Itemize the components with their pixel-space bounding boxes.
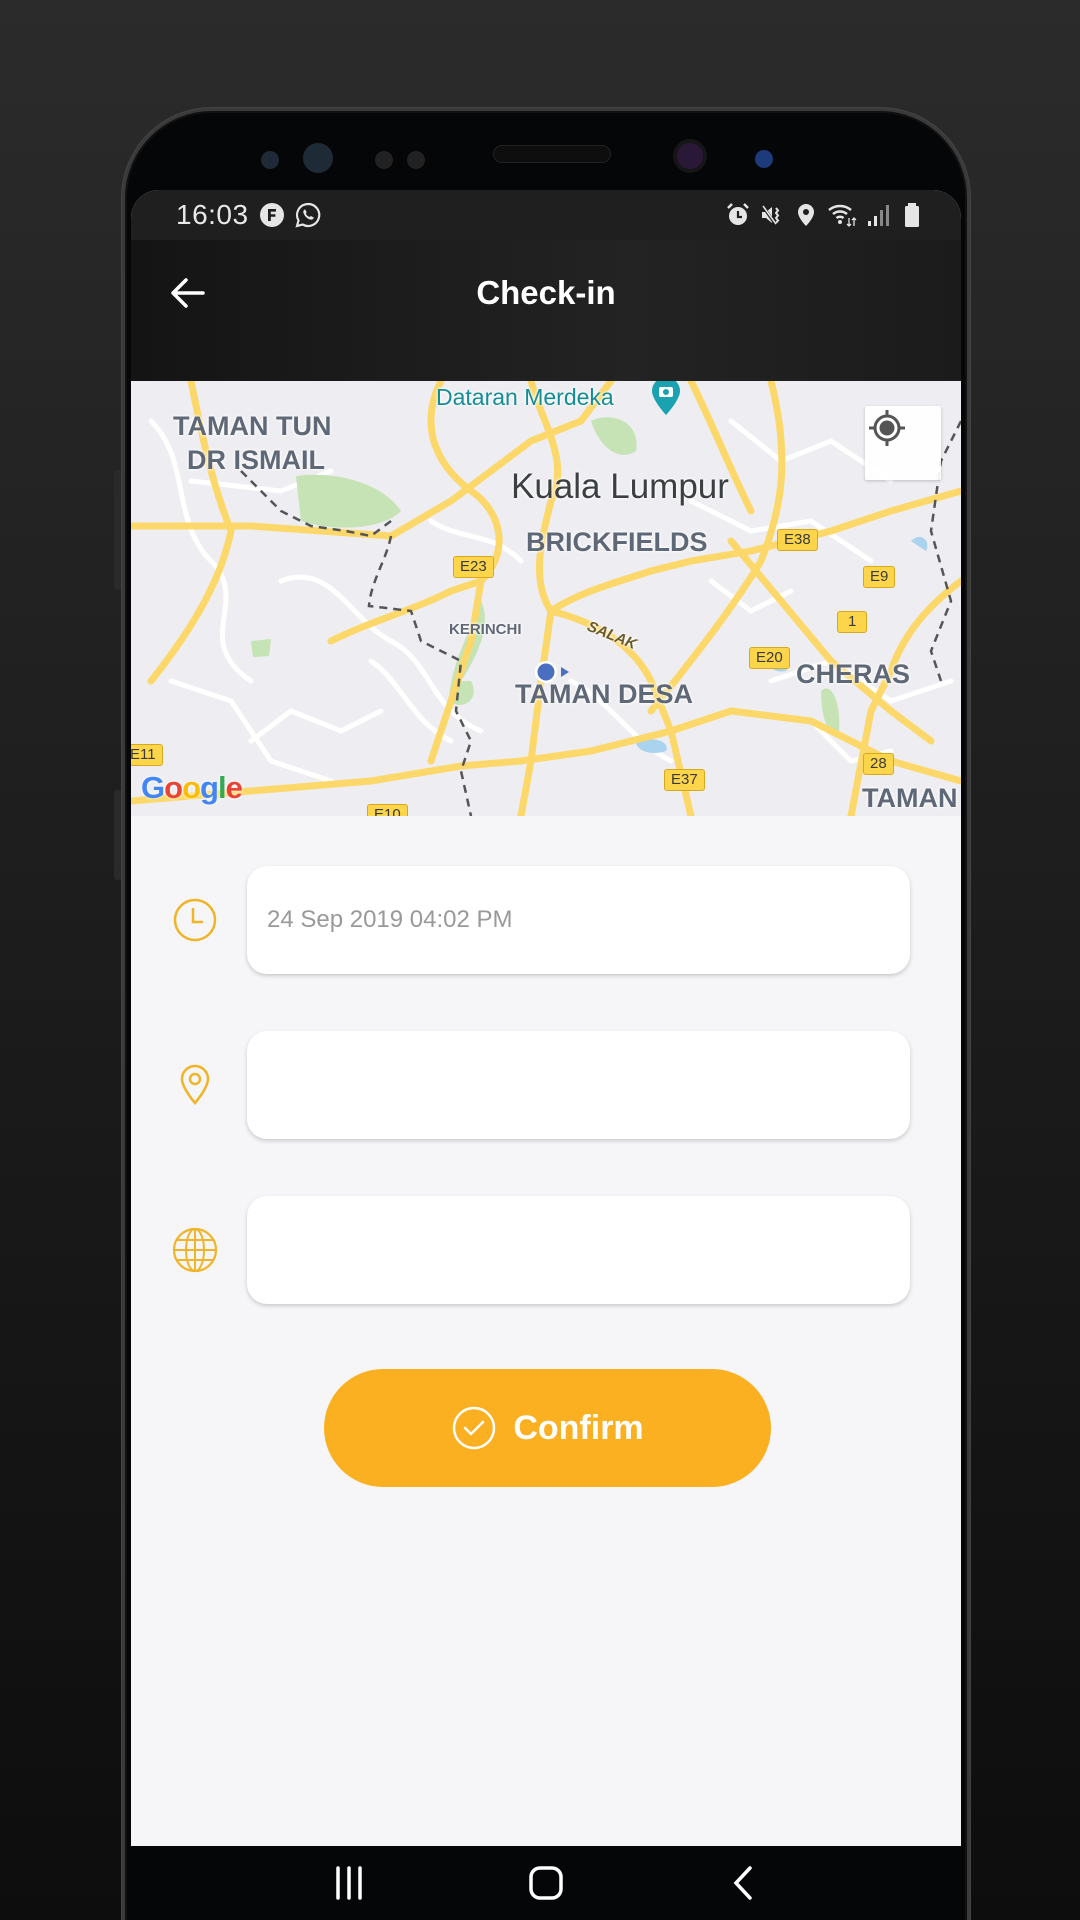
highway-shield: E37	[664, 769, 705, 791]
vibrate-mute-icon	[760, 204, 780, 226]
camera-poi-icon[interactable]	[651, 381, 681, 417]
map-label: DR ISMAIL	[187, 445, 325, 475]
sensor	[375, 151, 393, 169]
address-input[interactable]	[247, 1196, 910, 1304]
crosshair-icon	[869, 410, 905, 446]
back-button[interactable]	[713, 1858, 773, 1908]
recents-icon	[336, 1866, 363, 1900]
front-camera	[673, 139, 707, 173]
address-row	[131, 1196, 961, 1304]
bixby-button	[114, 790, 122, 880]
whatsapp-icon	[295, 202, 320, 228]
highway-shield: E11	[131, 744, 163, 766]
highway-shield: E10	[367, 804, 408, 816]
home-button[interactable]	[516, 1858, 576, 1908]
app-screen: 16:03 Check-in TAMAN TUN DR ISMAIL Datar…	[131, 190, 961, 1920]
confirm-label: Confirm	[513, 1408, 644, 1447]
map-label: CHERAS	[796, 659, 911, 689]
page-title: Check-in	[476, 274, 616, 311]
top-bezel	[125, 111, 967, 193]
system-nav-bar	[131, 1846, 961, 1920]
home-icon	[529, 1866, 563, 1900]
location-row	[131, 1031, 961, 1139]
highway-shield: E23	[453, 556, 494, 578]
earpiece	[493, 145, 611, 163]
highway-shield: 1	[837, 611, 868, 633]
map-city-label: Kuala Lumpur	[511, 467, 729, 506]
status-bar: 16:03	[131, 190, 961, 240]
my-location-button[interactable]	[865, 406, 941, 480]
map-poi-label[interactable]: Dataran Merdeka	[436, 384, 614, 411]
back-icon	[733, 1866, 752, 1900]
map-label: TAMAN	[862, 783, 958, 813]
highway-shield: E20	[749, 647, 790, 669]
location-icon	[798, 204, 814, 226]
sensor	[261, 151, 279, 169]
signal-icon	[868, 205, 889, 226]
alarm-icon	[727, 203, 749, 225]
sensor	[407, 151, 425, 169]
highway-shield: E38	[777, 529, 818, 551]
highway-shield: 28	[863, 753, 894, 775]
datetime-row: 24 Sep 2019 04:02 PM	[131, 866, 961, 974]
flipboard-icon	[259, 203, 284, 227]
datetime-field[interactable]: 24 Sep 2019 04:02 PM	[247, 866, 910, 974]
check-circle-icon	[453, 1406, 496, 1450]
map-pin-icon	[180, 1064, 210, 1105]
sensor	[303, 143, 333, 173]
map-label: KERINCHI	[449, 621, 522, 638]
map-label: TAMAN TUN	[173, 411, 332, 441]
confirm-button[interactable]: Confirm	[324, 1369, 771, 1487]
map-view[interactable]: TAMAN TUN DR ISMAIL Dataran Merdeka Kual…	[131, 381, 961, 816]
highway-shield: E9	[863, 566, 896, 588]
clock-icon	[173, 898, 217, 942]
recents-button[interactable]	[319, 1858, 379, 1908]
globe-icon	[172, 1227, 218, 1273]
location-input[interactable]	[247, 1031, 910, 1139]
google-logo: Google	[141, 770, 243, 805]
checkin-form: 24 Sep 2019 04:02 PM	[131, 866, 961, 1361]
battery-icon	[905, 203, 919, 227]
wifi-icon	[828, 204, 857, 227]
status-time: 16:03	[176, 199, 249, 230]
map-label: BRICKFIELDS	[526, 527, 708, 557]
sensor	[755, 150, 773, 168]
user-location-marker	[535, 661, 569, 683]
volume-button	[114, 470, 122, 590]
app-bar: Check-in	[131, 240, 961, 381]
